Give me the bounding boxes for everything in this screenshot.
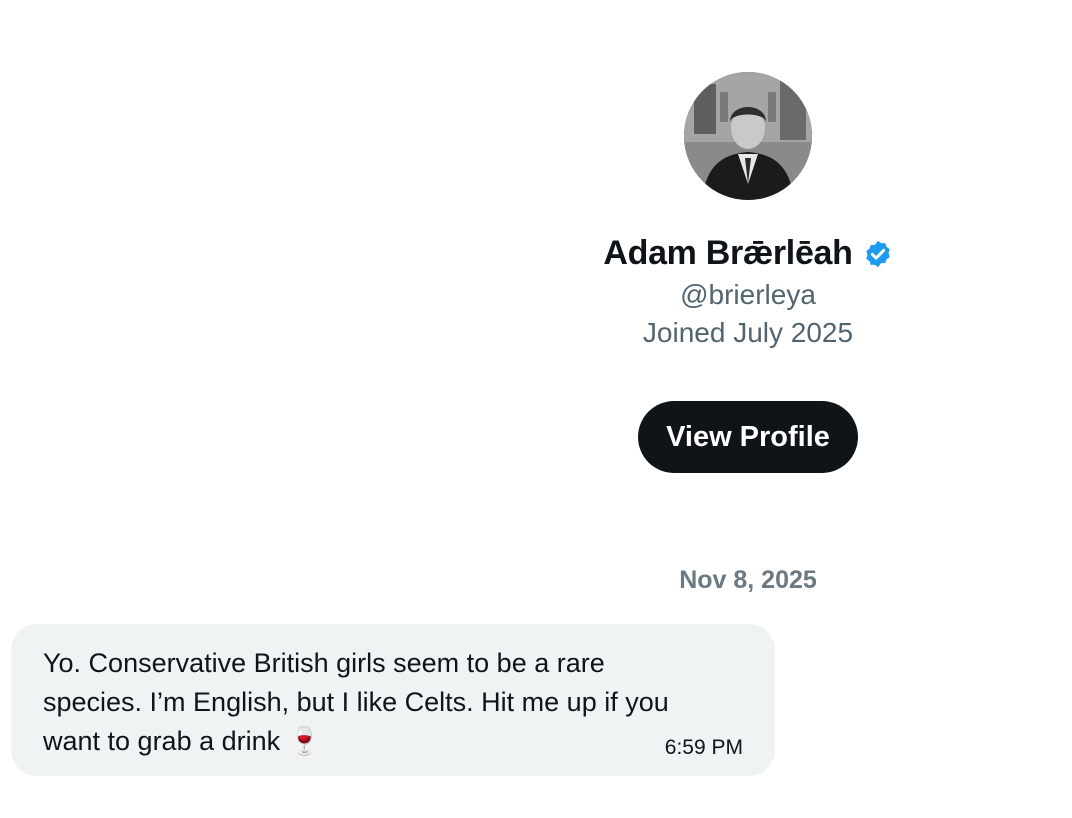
display-name: Adam Brǣrlēah [603, 234, 853, 272]
conversation-date: Nov 8, 2025 [679, 566, 817, 594]
verified-badge-icon [863, 239, 893, 269]
message-timestamp: 6:59 PM [664, 736, 743, 759]
name-row: Adam Brǣrlēah [548, 234, 948, 273]
message-text: Yo. Conservative British girls seem to b… [43, 648, 669, 756]
message-bubble[interactable]: Yo. Conservative British girls seem to b… [11, 624, 775, 776]
view-profile-button[interactable]: View Profile [638, 401, 858, 473]
avatar-photo-icon [684, 72, 812, 200]
joined-date: Joined July 2025 [642, 317, 854, 348]
profile-card: Adam Brǣrlēah @brierleya Joined July 202… [548, 72, 948, 473]
profile-handle: @brierleya [680, 279, 816, 310]
avatar[interactable] [684, 72, 812, 200]
